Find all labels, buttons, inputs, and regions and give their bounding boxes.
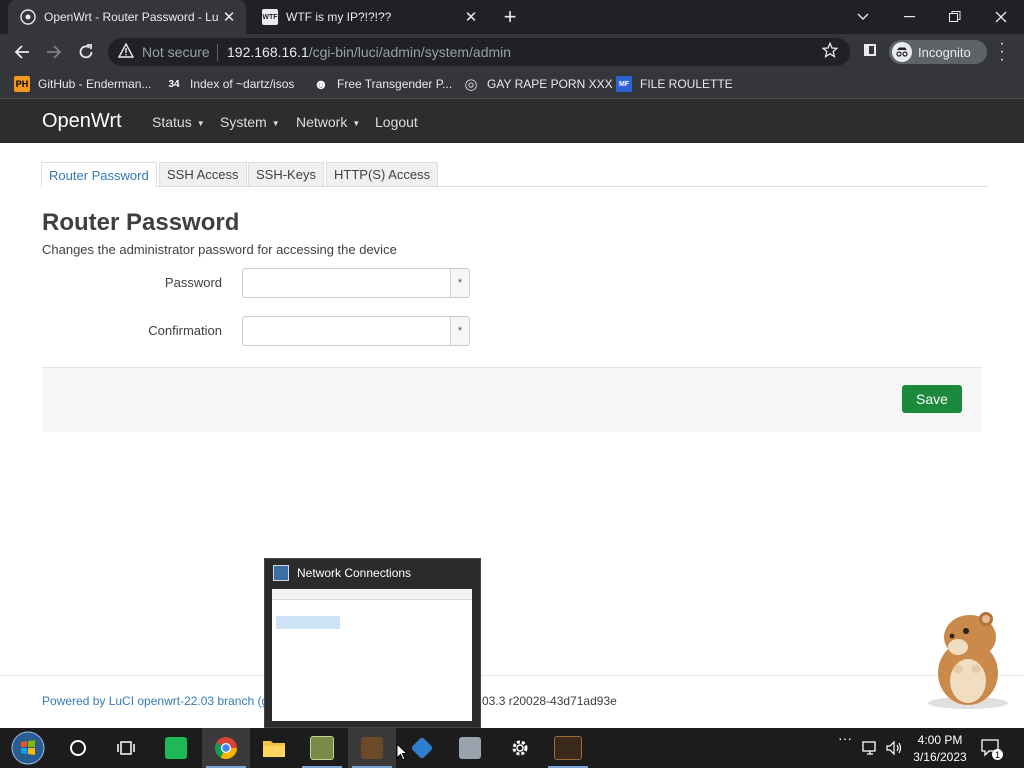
- menu-status[interactable]: Status ▼: [152, 114, 205, 130]
- page-description: Changes the administrator password for a…: [42, 242, 397, 257]
- side-panel-icon[interactable]: [864, 44, 876, 56]
- wtf-favicon-icon: WTF: [262, 9, 278, 25]
- bookmark-item[interactable]: MF FILE ROULETTE: [616, 75, 733, 93]
- new-tab-button[interactable]: +: [498, 4, 522, 30]
- network-connections-icon: [273, 565, 289, 581]
- restore-window-icon[interactable]: [932, 0, 978, 34]
- password-field[interactable]: [242, 268, 451, 298]
- menu-label: System: [220, 114, 267, 130]
- clock-time: 4:00 PM: [917, 733, 963, 747]
- caret-down-icon: ▼: [352, 118, 361, 128]
- bookmark-label: GitHub - Enderman...: [38, 77, 152, 91]
- volume-tray-icon[interactable]: [886, 740, 904, 761]
- form-actions-bar: [42, 367, 982, 432]
- save-button[interactable]: Save: [902, 385, 962, 413]
- reveal-password-button[interactable]: *: [450, 268, 470, 298]
- task-view-icon[interactable]: [102, 728, 150, 768]
- close-tab-icon[interactable]: ✕: [462, 8, 480, 26]
- caret-down-icon: ▼: [196, 118, 205, 128]
- menu-logout[interactable]: Logout: [375, 114, 418, 130]
- menu-system[interactable]: System ▼: [220, 114, 280, 130]
- tab-row-divider: [42, 186, 988, 187]
- clock-date: 3/16/2023: [913, 750, 967, 764]
- bookmark-item[interactable]: ☻ Free Transgender P...: [313, 75, 453, 93]
- bookmark-label: Index of ~dartz/isos: [190, 77, 295, 91]
- preview-thumbnail-item: [276, 616, 340, 629]
- system-clock[interactable]: 4:00 PM 3/16/2023: [912, 732, 968, 766]
- url-path: /cgi-bin/luci/admin/system/admin: [308, 44, 512, 60]
- globe-bookmark-icon: ◎: [464, 76, 478, 93]
- file-explorer-icon[interactable]: [250, 728, 298, 768]
- incognito-label: Incognito: [918, 44, 971, 60]
- incognito-indicator[interactable]: Incognito: [889, 40, 987, 64]
- pornhub-bookmark-icon: PH: [14, 76, 30, 92]
- terminal-app-icon[interactable]: [544, 728, 592, 768]
- security-status-label[interactable]: Not secure: [142, 44, 210, 60]
- chrome-taskbar-icon[interactable]: [202, 728, 250, 768]
- confirmation-label: Confirmation: [148, 323, 222, 338]
- file-roulette-bookmark-icon: MF: [616, 76, 632, 92]
- tab-ssh-keys[interactable]: SSH-Keys: [248, 162, 324, 186]
- close-tab-icon[interactable]: ✕: [220, 8, 238, 26]
- tab-ssh-access[interactable]: SSH Access: [159, 162, 247, 186]
- menu-label: Network: [296, 114, 348, 130]
- media-app-icon[interactable]: [348, 728, 396, 768]
- bookmark-item[interactable]: 34 Index of ~dartz/isos: [166, 75, 294, 93]
- tab-router-password[interactable]: Router Password: [41, 162, 157, 187]
- browser-tab-wtfismyip[interactable]: WTF WTF is my IP?!?!?? ✕: [250, 0, 488, 34]
- browser-tab-openwrt[interactable]: OpenWrt - Router Password - Lu ✕: [8, 0, 246, 34]
- preview-thumbnail[interactable]: [272, 589, 472, 721]
- start-button[interactable]: [2, 728, 54, 768]
- index-bookmark-icon: 34: [168, 78, 180, 90]
- network-tray-icon[interactable]: [862, 740, 880, 761]
- green-app-icon[interactable]: [152, 728, 200, 768]
- tab-search-chevron-icon[interactable]: [840, 0, 886, 34]
- bookmark-star-icon[interactable]: [821, 41, 839, 63]
- bookmark-label: FILE ROULETTE: [640, 77, 733, 91]
- menu-label: Logout: [375, 114, 418, 130]
- password-label: Password: [164, 275, 222, 290]
- notification-count-badge: 1: [992, 749, 1003, 760]
- menu-network[interactable]: Network ▼: [296, 114, 360, 130]
- settings-gear-icon[interactable]: [496, 728, 544, 768]
- openwrt-favicon-icon: [20, 9, 36, 25]
- not-secure-warning-icon[interactable]: [117, 42, 135, 61]
- caret-down-icon: ▼: [271, 118, 280, 128]
- trans-bookmark-icon: ☻: [313, 76, 329, 92]
- footer-version: 2.03.3 r20028-43d71ad93e: [472, 694, 617, 708]
- network-app-icon[interactable]: [446, 728, 494, 768]
- page-title: Router Password: [42, 209, 240, 236]
- preview-title: Network Connections: [297, 566, 412, 580]
- menu-label: Status: [152, 114, 192, 130]
- game-app-icon[interactable]: [298, 728, 346, 768]
- bookmark-item[interactable]: PH GitHub - Enderman...: [14, 75, 151, 93]
- cortana-search-icon[interactable]: [54, 728, 102, 768]
- incognito-icon: [892, 42, 912, 62]
- browser-tab-title: OpenWrt - Router Password - Lu: [44, 10, 219, 24]
- notification-center-icon[interactable]: 1: [978, 736, 1004, 760]
- bookmark-item[interactable]: ◎ GAY RAPE PORN XXX: [463, 75, 613, 93]
- bookmark-label: GAY RAPE PORN XXX: [487, 77, 613, 91]
- browser-menu-icon[interactable]: · · ·: [996, 36, 1008, 68]
- footer-divider: [0, 675, 1024, 676]
- hamster-desktop-pet[interactable]: [920, 603, 1010, 713]
- openwrt-brand[interactable]: OpenWrt: [42, 110, 122, 133]
- footer-luci-link[interactable]: Powered by LuCI openwrt-22.03 branch (gi: [42, 694, 271, 708]
- back-arrow-icon[interactable]: [10, 40, 34, 64]
- minimize-window-icon[interactable]: [886, 0, 932, 34]
- forward-arrow-icon[interactable]: [42, 40, 66, 64]
- bookmark-label: Free Transgender P...: [337, 77, 453, 91]
- reload-icon[interactable]: [74, 40, 98, 64]
- url-host: 192.168.16.1: [227, 44, 309, 60]
- close-window-icon[interactable]: [978, 0, 1024, 34]
- url-text[interactable]: 192.168.16.1/cgi-bin/luci/admin/system/a…: [227, 44, 511, 60]
- preview-thumbnail-toolbar: [272, 589, 472, 600]
- tray-overflow-icon[interactable]: ···: [838, 730, 852, 746]
- browser-tab-title: WTF is my IP?!?!??: [286, 10, 392, 24]
- confirmation-field[interactable]: [242, 316, 451, 346]
- reveal-confirmation-button[interactable]: *: [450, 316, 470, 346]
- tab-https-access[interactable]: HTTP(S) Access: [326, 162, 439, 186]
- address-separator: [217, 44, 218, 61]
